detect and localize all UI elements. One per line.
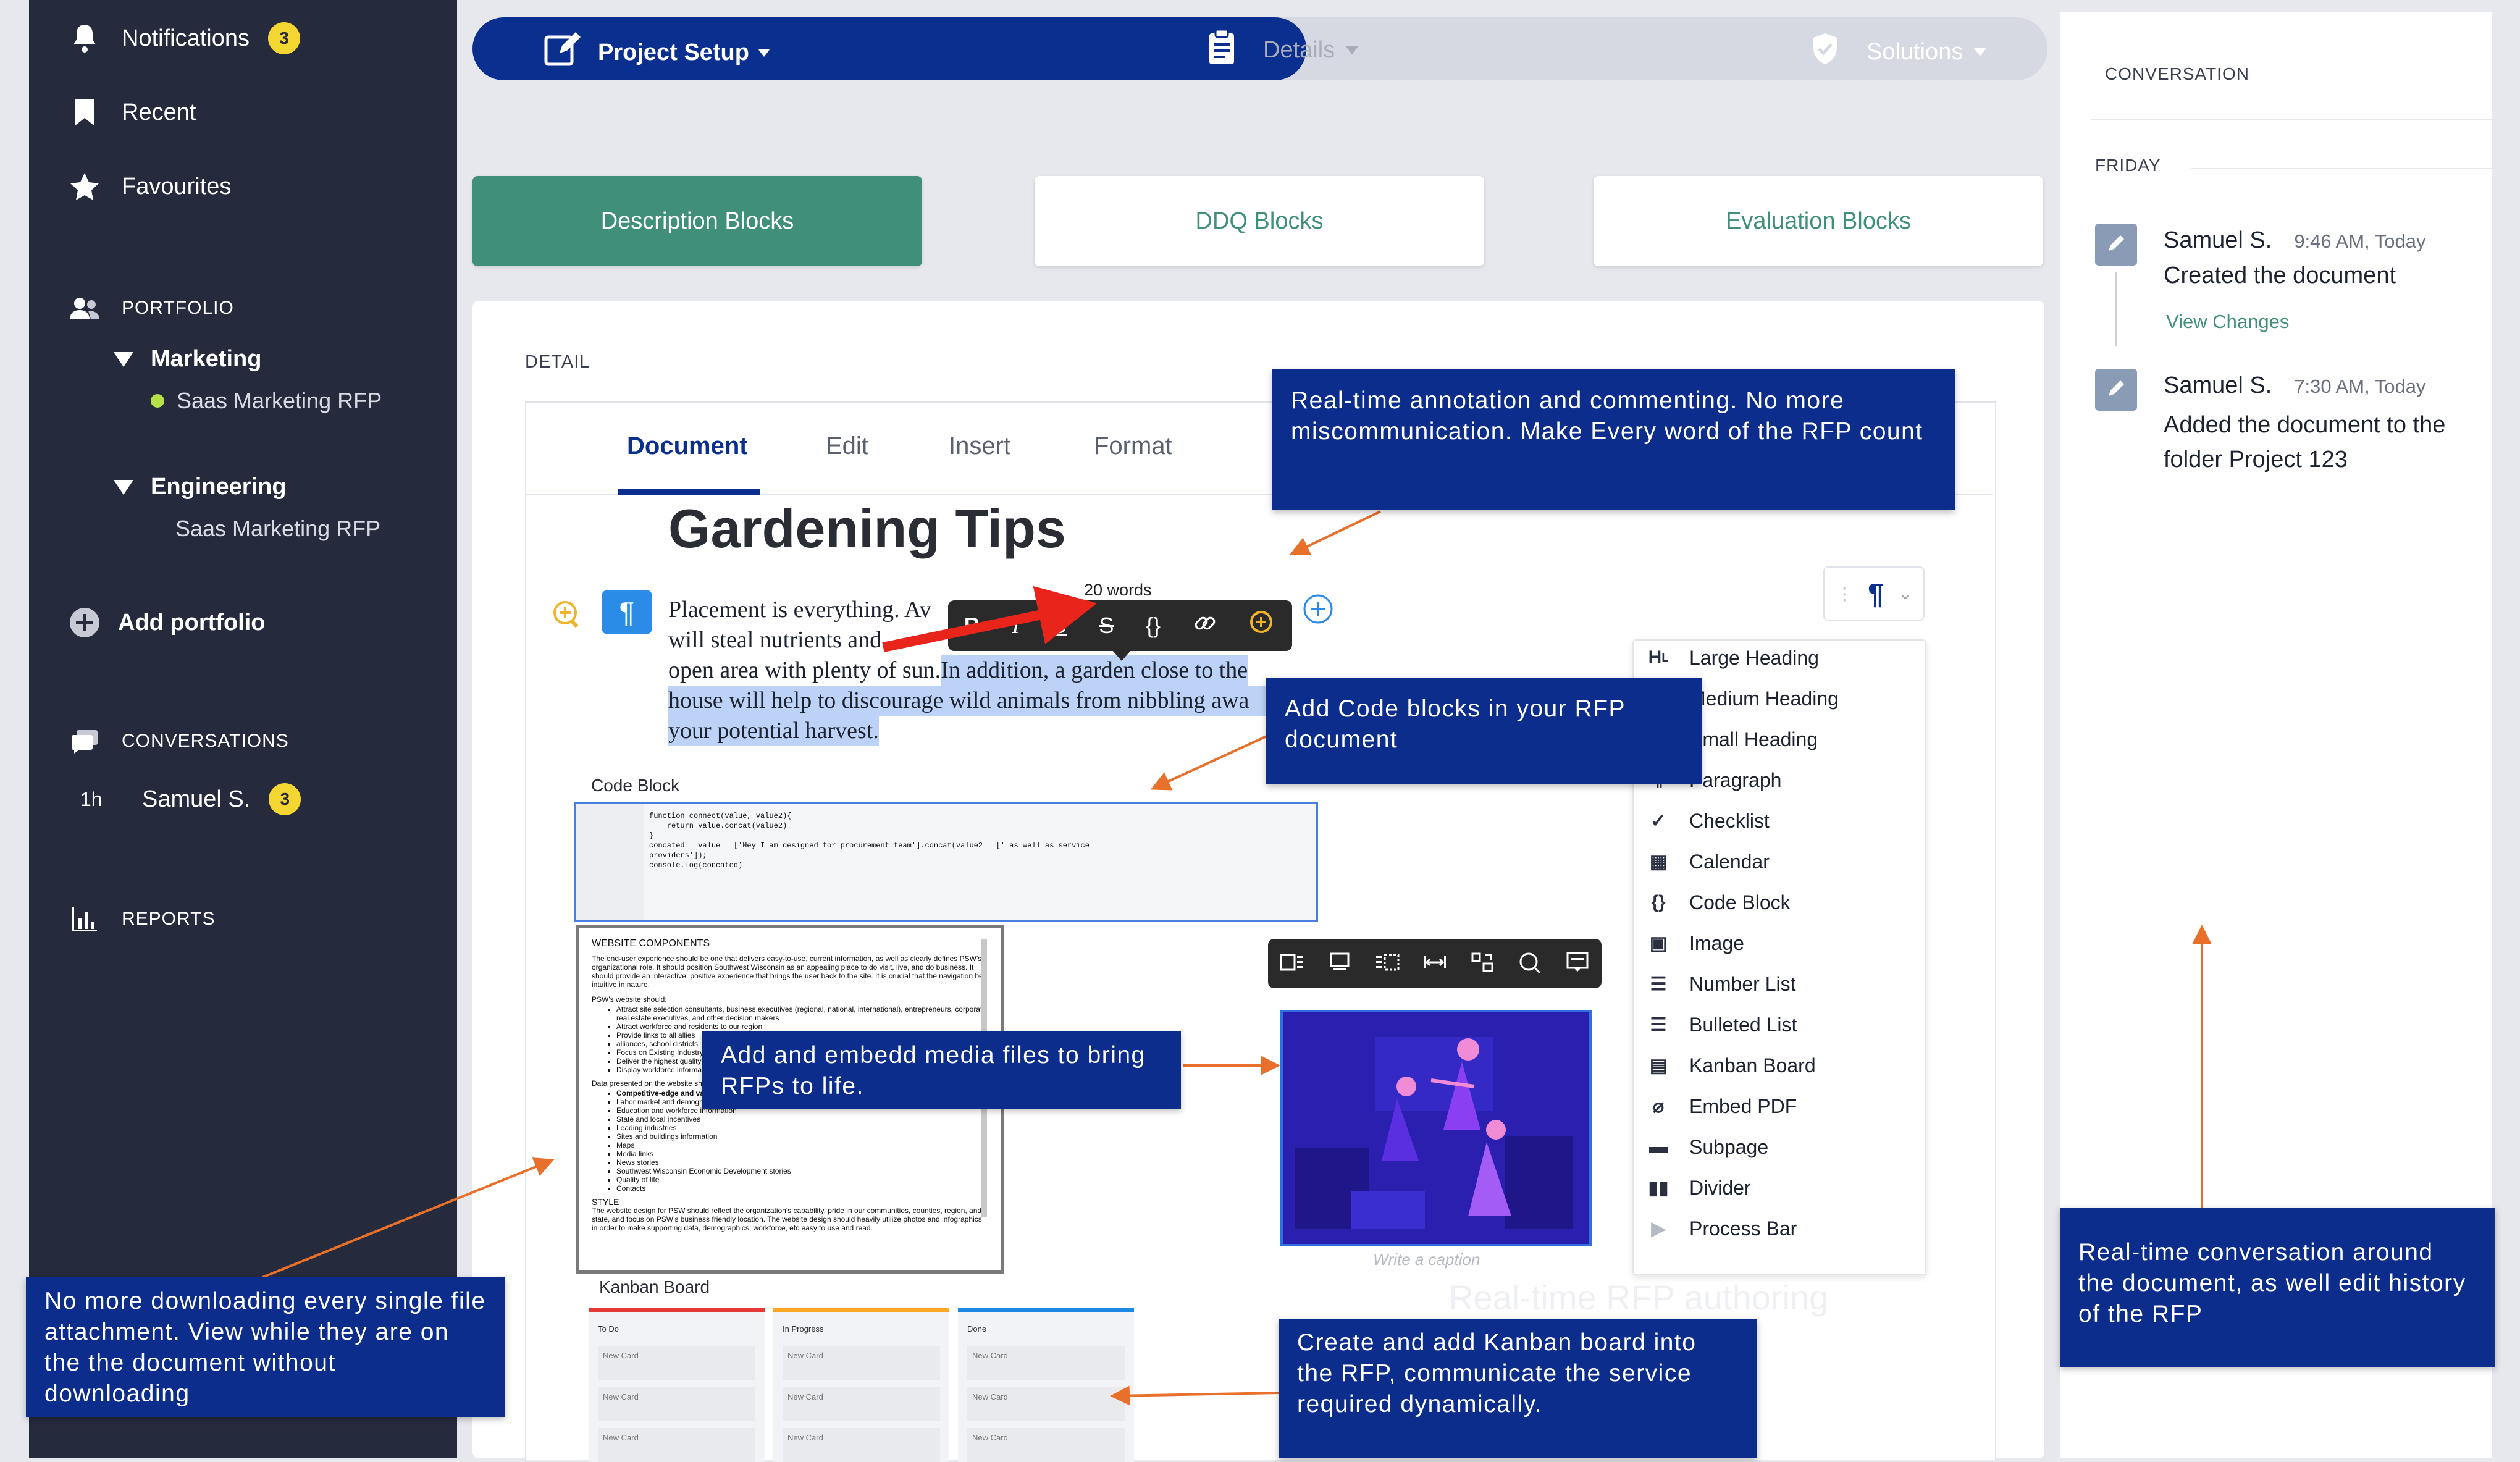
callout-media: Add and embedd media files to bring RFPs… bbox=[702, 1031, 1181, 1109]
arrow bbox=[1110, 1385, 1279, 1406]
callout-conversation: Real-time conversation around the docume… bbox=[2060, 1208, 2495, 1367]
arrow bbox=[262, 1157, 555, 1279]
arrow bbox=[1150, 734, 1270, 791]
callout-downloads: No more downloading every single file at… bbox=[26, 1277, 505, 1417]
callout-annotation: Real-time annotation and commenting. No … bbox=[1272, 369, 1955, 510]
callout-kanban: Create and add Kanban board into the RFP… bbox=[1279, 1319, 1757, 1458]
arrow bbox=[1289, 510, 1381, 556]
callout-code-blocks: Add Code blocks in your RFP document bbox=[1266, 678, 1702, 784]
arrow bbox=[882, 586, 1098, 652]
